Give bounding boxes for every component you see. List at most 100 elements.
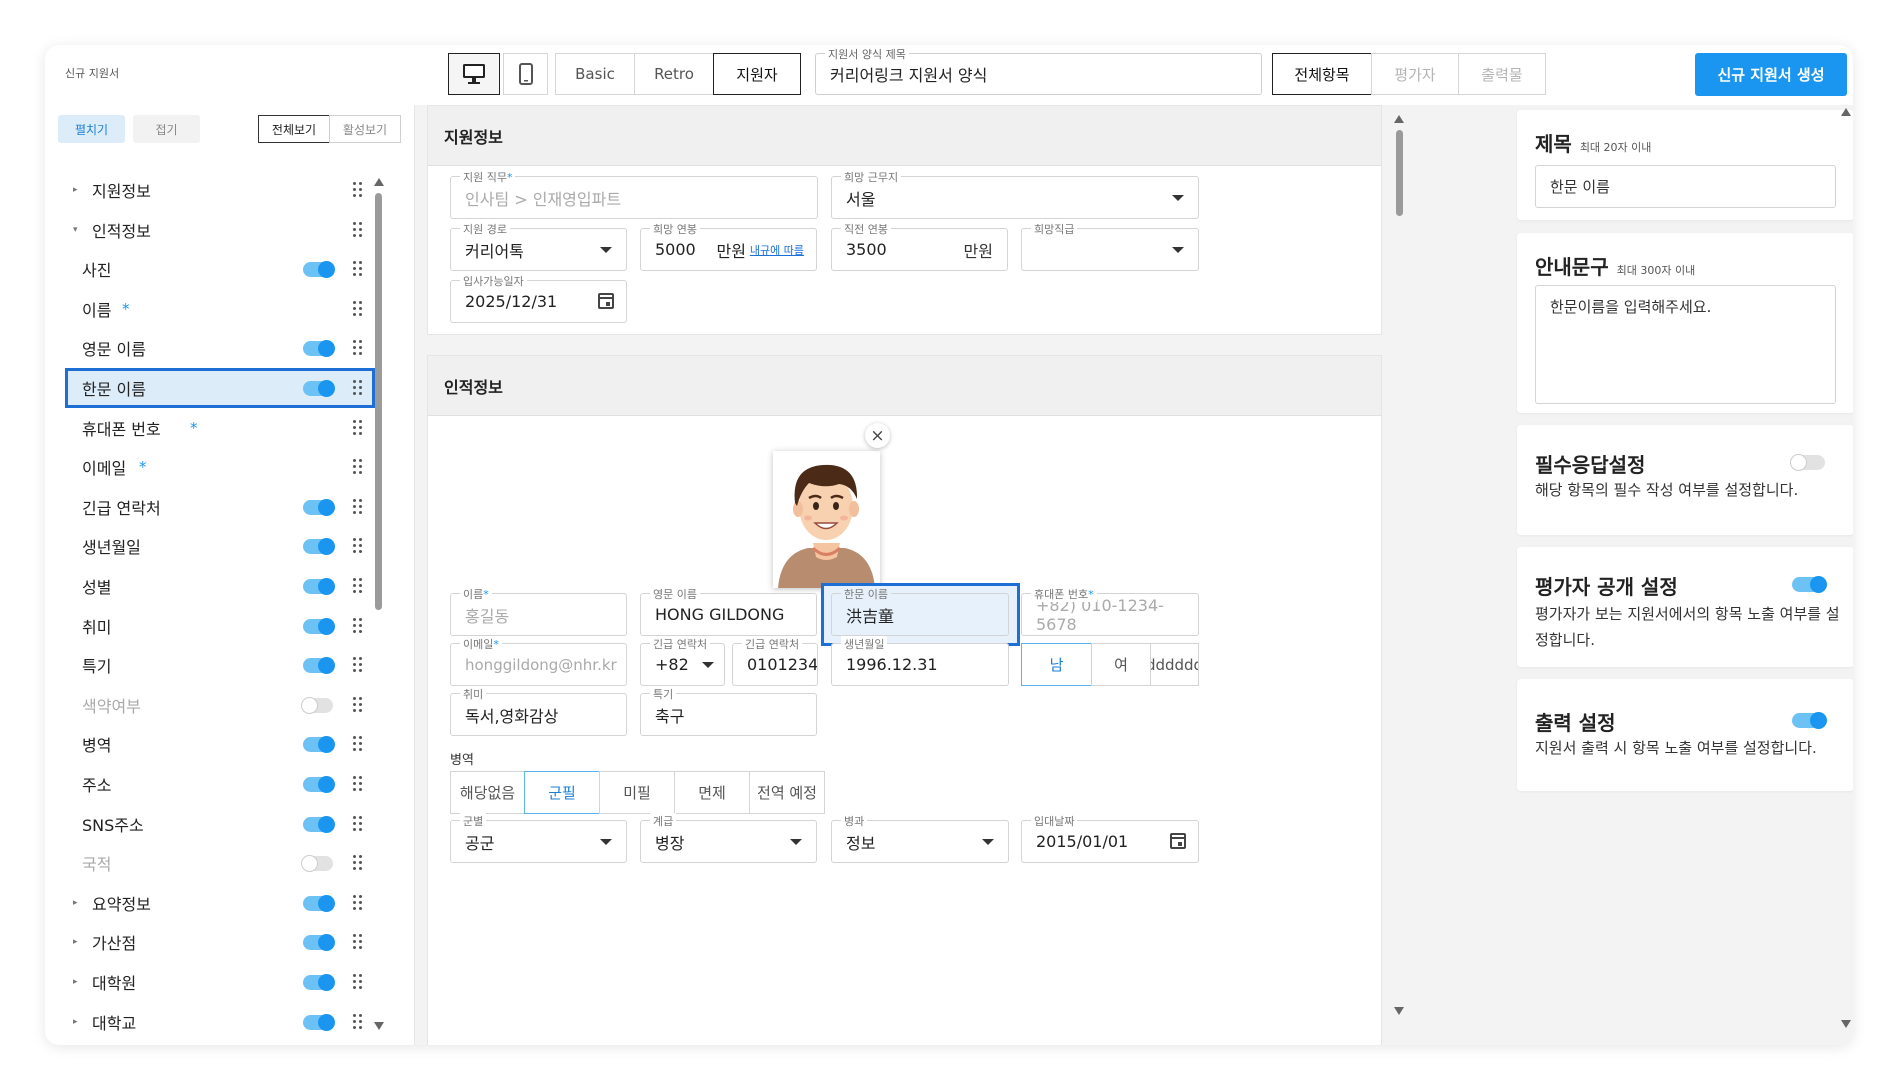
sidebar-item[interactable]: 성별 (65, 566, 375, 606)
visibility-toggle[interactable] (303, 815, 335, 833)
sidebar-item[interactable]: 생년월일 (65, 526, 375, 566)
drag-handle-icon[interactable] (353, 300, 363, 317)
sidebar-item[interactable]: 한문 이름 (65, 368, 375, 408)
drag-handle-icon[interactable] (353, 538, 363, 554)
view-active-tab[interactable]: 활성보기 (329, 115, 401, 143)
visibility-toggle[interactable] (303, 538, 335, 556)
tab-basic[interactable]: Basic (555, 53, 635, 95)
sidebar-item[interactable]: ▸ 대학원 (65, 962, 375, 1002)
caret-right-icon[interactable]: ▸ (73, 977, 78, 987)
drag-handle-icon[interactable] (353, 340, 363, 356)
drag-handle-icon[interactable] (353, 894, 363, 911)
drag-handle-icon[interactable] (353, 974, 363, 990)
visibility-toggle[interactable] (303, 776, 335, 793)
expand-all-tab[interactable]: 펼치기 (58, 115, 125, 143)
sidebar-item[interactable]: 병역 (65, 724, 375, 764)
mobile-view-button[interactable] (503, 53, 548, 95)
drag-handle-icon[interactable] (353, 459, 363, 475)
tab-all-items[interactable]: 전체항목 (1272, 53, 1372, 95)
visibility-toggle[interactable] (303, 894, 335, 912)
visibility-toggle[interactable] (303, 974, 335, 991)
sidebar-item[interactable]: 휴대폰 번호 * (65, 408, 375, 448)
military-option-exempt[interactable]: 면제 (674, 771, 750, 814)
view-all-tab[interactable]: 전체보기 (258, 115, 330, 143)
visibility-toggle[interactable] (303, 380, 335, 397)
sidebar-item[interactable]: SNS주소 (65, 804, 375, 844)
military-option-served[interactable]: 군필 (524, 771, 600, 814)
visibility-toggle[interactable] (303, 302, 333, 317)
sidebar-item[interactable]: 이름 * (65, 289, 375, 329)
visibility-toggle[interactable] (303, 261, 335, 279)
visibility-toggle[interactable] (303, 498, 335, 516)
collapse-all-tab[interactable]: 접기 (133, 115, 200, 143)
sidebar-item[interactable]: 긴급 연락처 (65, 487, 375, 527)
sidebar-scrollbar[interactable] (375, 193, 382, 610)
military-option-not-served[interactable]: 미필 (599, 771, 675, 814)
drag-handle-icon[interactable] (353, 657, 363, 673)
sidebar-item[interactable]: 국적 (65, 843, 375, 883)
caret-down-icon[interactable]: ▾ (73, 225, 78, 235)
drag-handle-icon[interactable] (353, 182, 363, 198)
calendar-icon[interactable] (1170, 833, 1186, 849)
guide-setting-textarea[interactable]: 한문이름을 입력해주세요. (1535, 285, 1836, 404)
desktop-view-button[interactable] (448, 53, 500, 95)
sidebar-item[interactable]: 색약여부 (65, 685, 375, 725)
main-scroll-up-arrow[interactable] (1394, 115, 1404, 123)
main-scrollbar[interactable] (1396, 130, 1403, 216)
create-application-button[interactable]: 신규 지원서 생성 (1695, 53, 1847, 96)
gender-female-option[interactable]: 여 (1091, 643, 1151, 686)
close-icon[interactable]: × (865, 423, 890, 448)
sidebar-item[interactable]: ▸ 가산점 (65, 922, 375, 962)
sidebar-item[interactable]: ▾ 인적정보 (65, 210, 375, 250)
sidebar-item[interactable]: 취미 (65, 606, 375, 646)
drag-handle-icon[interactable] (353, 617, 363, 634)
sidebar-item[interactable]: ▸ 대학교 (65, 1002, 375, 1042)
sidebar-item[interactable]: 사진 (65, 249, 375, 289)
visibility-toggle[interactable] (303, 578, 335, 595)
visibility-toggle[interactable] (301, 855, 333, 873)
drag-handle-icon[interactable] (353, 815, 363, 832)
drag-handle-icon[interactable] (353, 221, 363, 238)
visibility-toggle[interactable] (303, 421, 333, 436)
sidebar-item[interactable]: 주소 (65, 764, 375, 804)
scroll-down-arrow[interactable] (374, 1022, 384, 1030)
drag-handle-icon[interactable] (353, 261, 363, 277)
caret-right-icon[interactable]: ▸ (73, 937, 78, 947)
evaluator-toggle[interactable] (1792, 576, 1827, 593)
visibility-toggle[interactable] (303, 736, 335, 754)
military-option-pending[interactable]: 전역 예정 (749, 771, 825, 814)
drag-handle-icon[interactable] (353, 578, 363, 594)
visibility-toggle[interactable] (303, 460, 333, 475)
caret-right-icon[interactable]: ▸ (73, 1017, 78, 1027)
title-setting-input[interactable]: 한문 이름 (1535, 165, 1836, 208)
gender-male-option[interactable]: 남 (1021, 643, 1092, 686)
drag-handle-icon[interactable] (353, 419, 363, 436)
tab-evaluator[interactable]: 평가자 (1371, 53, 1459, 95)
drag-handle-icon[interactable] (353, 934, 363, 950)
drag-handle-icon[interactable] (353, 855, 363, 871)
drag-handle-icon[interactable] (353, 1013, 363, 1030)
visibility-toggle[interactable] (303, 657, 335, 675)
main-scroll-down-arrow[interactable] (1394, 1007, 1404, 1015)
calendar-icon[interactable] (598, 293, 614, 309)
drag-handle-icon[interactable] (353, 696, 363, 713)
internal-rule-link[interactable]: 내규에 따름 (750, 242, 804, 258)
sidebar-item[interactable]: 영문 이름 (65, 328, 375, 368)
visibility-toggle[interactable] (303, 340, 335, 358)
sidebar-item[interactable]: ▸ 지원정보 (65, 170, 375, 210)
required-toggle[interactable] (1790, 454, 1825, 471)
tab-retro[interactable]: Retro (634, 53, 714, 95)
drag-handle-icon[interactable] (353, 380, 363, 396)
tab-applicant[interactable]: 지원자 (713, 53, 801, 95)
sidebar-item[interactable]: ▸ 요약정보 (65, 883, 375, 923)
tab-printout[interactable]: 출력물 (1458, 53, 1546, 95)
visibility-toggle[interactable] (303, 223, 333, 238)
print-toggle[interactable] (1792, 712, 1827, 729)
scroll-up-arrow[interactable] (374, 178, 384, 186)
visibility-toggle[interactable] (303, 617, 335, 635)
profile-photo[interactable] (773, 451, 880, 588)
visibility-toggle[interactable] (303, 1013, 335, 1031)
visibility-toggle[interactable] (303, 934, 335, 952)
right-scroll-up-arrow[interactable] (1841, 108, 1851, 116)
drag-handle-icon[interactable] (353, 498, 363, 515)
